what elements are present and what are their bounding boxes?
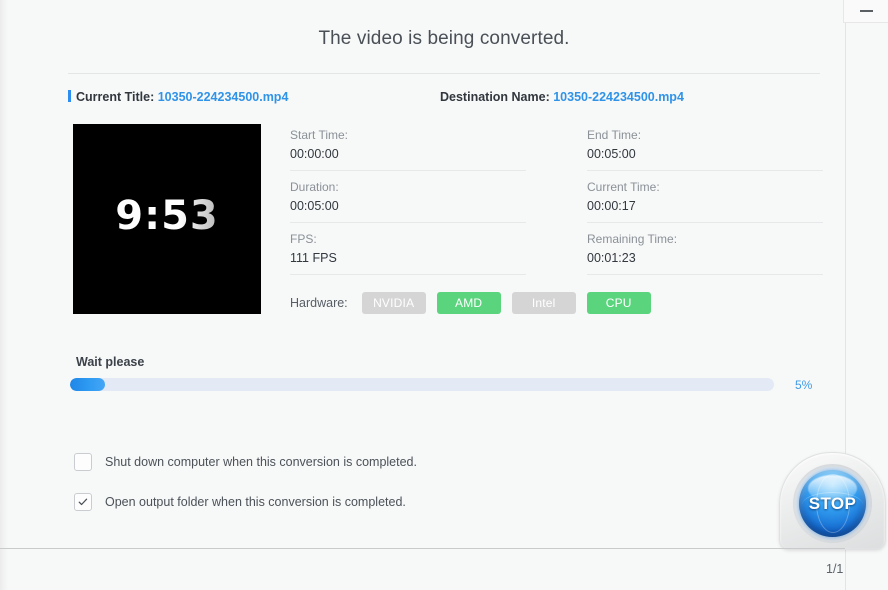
option-shutdown-row[interactable]: Shut down computer when this conversion …: [74, 453, 417, 471]
hardware-row: Hardware: NVIDIA AMD Intel CPU: [290, 292, 662, 314]
progress-bar[interactable]: [70, 378, 774, 391]
info-label: FPS:: [290, 232, 317, 246]
destination-name-block: Destination Name: 10350-224234500.mp4: [440, 90, 684, 104]
hardware-label: Hardware:: [290, 296, 348, 310]
minimize-icon: [859, 10, 873, 12]
current-title-label: Current Title:: [76, 90, 155, 104]
converter-window: The video is being converted. Current Ti…: [0, 0, 888, 590]
open-folder-checkbox[interactable]: [74, 493, 92, 511]
page-indicator: 1/1: [826, 562, 844, 576]
hardware-badge-cpu[interactable]: CPU: [586, 292, 651, 314]
destination-name-label: Destination Name:: [440, 90, 550, 104]
progress-percent-label: 5%: [795, 378, 813, 392]
info-label: Duration:: [290, 180, 339, 194]
shutdown-checkbox-label: Shut down computer when this conversion …: [105, 455, 417, 469]
preview-time-overlay: 9:53: [115, 193, 219, 239]
hardware-badge-amd[interactable]: AMD: [436, 292, 501, 314]
option-open-folder-row[interactable]: Open output folder when this conversion …: [74, 493, 406, 511]
hardware-badge-nvidia[interactable]: NVIDIA: [361, 292, 426, 314]
header-divider: [68, 73, 820, 74]
destination-name-value[interactable]: 10350-224234500.mp4: [553, 90, 684, 104]
info-value: 00:00:00: [290, 147, 339, 161]
info-label: Remaining Time:: [587, 232, 678, 246]
accent-bar-icon: [68, 90, 71, 102]
progress-status-text: Wait please: [76, 355, 145, 369]
video-preview[interactable]: 9:53: [73, 124, 261, 314]
shutdown-checkbox[interactable]: [74, 453, 92, 471]
info-value: 00:05:00: [290, 199, 339, 213]
open-folder-checkbox-label: Open output folder when this conversion …: [105, 495, 406, 509]
info-item-remaining-time: Remaining Time: 00:01:23: [587, 232, 823, 275]
info-column-right: End Time: 00:05:00 Current Time: 00:00:1…: [587, 128, 823, 275]
info-item-duration: Duration: 00:05:00: [290, 180, 526, 223]
info-item-end-time: End Time: 00:05:00: [587, 128, 823, 171]
stop-button-label: STOP: [808, 493, 857, 513]
stop-button-face[interactable]: STOP: [799, 470, 866, 537]
hardware-badge-intel[interactable]: Intel: [511, 292, 576, 314]
current-title-value[interactable]: 10350-224234500.mp4: [158, 90, 289, 104]
info-column-left: Start Time: 00:00:00 Duration: 00:05:00 …: [290, 128, 526, 275]
info-value: 00:00:17: [587, 199, 636, 213]
info-item-start-time: Start Time: 00:00:00: [290, 128, 526, 171]
info-label: End Time:: [587, 128, 642, 142]
footer-divider: [0, 548, 845, 549]
info-label: Current Time:: [587, 180, 660, 194]
window-left-edge: [0, 0, 8, 590]
minimize-button[interactable]: [843, 0, 888, 23]
title-bar: [0, 0, 888, 23]
stop-button[interactable]: STOP: [779, 452, 886, 550]
info-label: Start Time:: [290, 128, 349, 142]
page-title: The video is being converted.: [318, 28, 570, 49]
info-item-fps: FPS: 111 FPS: [290, 232, 526, 275]
progress-bar-fill: [70, 378, 106, 391]
info-item-current-time: Current Time: 00:00:17: [587, 180, 823, 223]
info-value: 00:05:00: [587, 147, 636, 161]
info-value: 111 FPS: [290, 251, 337, 265]
check-icon: [78, 498, 88, 506]
info-value: 00:01:23: [587, 251, 636, 265]
current-title-block: Current Title: 10350-224234500.mp4: [68, 90, 288, 104]
title-row: Current Title: 10350-224234500.mp4 Desti…: [68, 90, 828, 110]
